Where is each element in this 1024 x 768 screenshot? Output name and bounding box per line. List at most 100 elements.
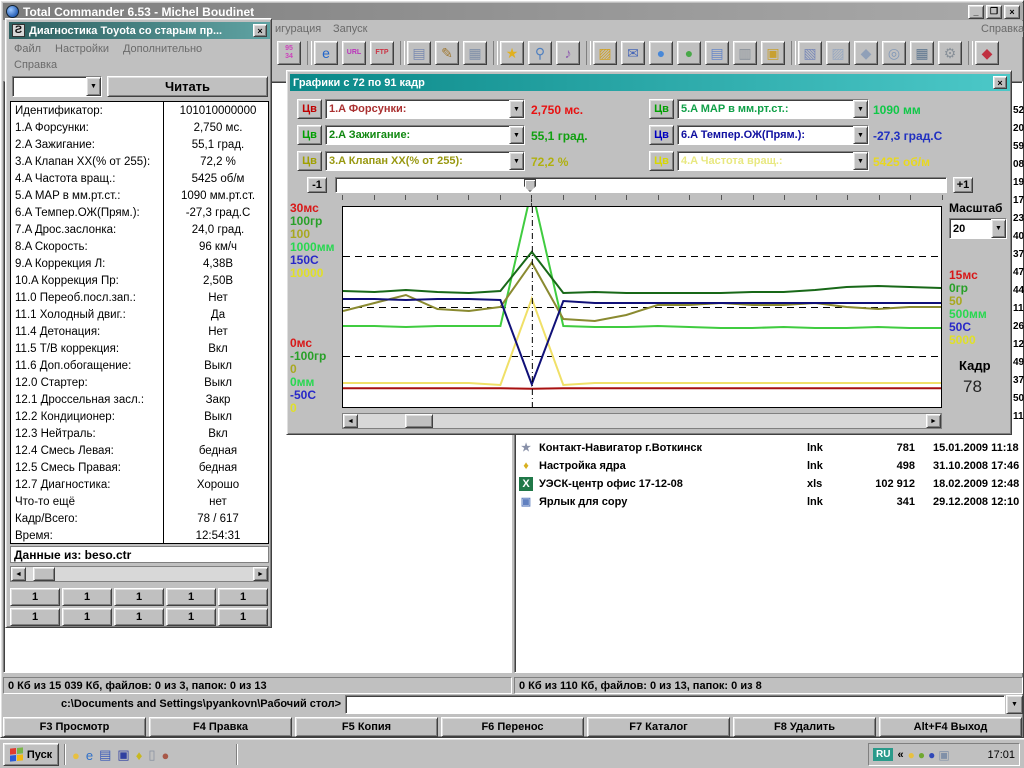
graphs-titlebar[interactable]: Графики с 72 по 91 кадр ×	[290, 74, 1010, 91]
dialog-menu-item[interactable]: Файл	[14, 43, 41, 55]
ql-ie-icon[interactable]: e	[86, 748, 93, 763]
channel-color-button[interactable]: Цв	[649, 125, 674, 145]
file-row[interactable]: ▣Ярлык для copylnk34129.12.2008 12:10	[515, 494, 1022, 512]
net-icon[interactable]: ◎	[882, 41, 906, 65]
graph-scrollbar[interactable]: ◄ ►	[342, 413, 942, 429]
pen-icon[interactable]: ✎	[435, 41, 459, 65]
tray-clock-icon[interactable]: ●	[908, 749, 915, 761]
tray-dialup-icon[interactable]: ●	[928, 749, 935, 761]
notepad-icon[interactable]: ▤	[407, 41, 431, 65]
plot-area[interactable]	[342, 206, 942, 408]
clock[interactable]: 17:01	[987, 749, 1015, 761]
channel-color-button[interactable]: Цв	[297, 125, 322, 145]
ball-green-icon[interactable]: ●	[677, 41, 701, 65]
unpack-icon[interactable]: ▨	[826, 41, 850, 65]
grid-icon[interactable]: ▦	[910, 41, 934, 65]
parameter-list[interactable]: Идентификатор:1010100000001.A Форсунки:2…	[10, 101, 269, 544]
command-history-dropdown[interactable]: ▼	[1006, 695, 1023, 714]
channel-combo[interactable]: 3.A Клапан XX(% от 255):▼	[325, 151, 525, 171]
ql-sound-icon[interactable]: ●	[161, 748, 169, 763]
notes-icon[interactable]: ♪	[556, 41, 580, 65]
tray-network-icon[interactable]: ▣	[938, 749, 949, 761]
grid-button[interactable]: 1	[62, 608, 112, 626]
gear-icon[interactable]: ⚙	[938, 41, 962, 65]
chevron-down-icon[interactable]: ▼	[509, 126, 524, 144]
file-row[interactable]: ★Контакт-Навигатор г.Воткинскlnk78115.01…	[515, 440, 1022, 458]
read-button[interactable]: Читать	[107, 76, 268, 97]
folder-icon[interactable]: ▨	[593, 41, 617, 65]
dialog-combo[interactable]: ▼	[12, 76, 102, 97]
fkey-button-f3[interactable]: F3 Просмотр	[3, 717, 146, 737]
grid-button[interactable]: 1	[218, 588, 268, 606]
ql-phone-icon[interactable]: ▯	[148, 747, 155, 763]
graph-scrollbar-thumb[interactable]	[405, 414, 433, 428]
fkey-button-f4[interactable]: F4 Правка	[149, 717, 292, 737]
restore-icon[interactable]: ❐	[986, 5, 1002, 19]
print-icon[interactable]: ▥	[733, 41, 757, 65]
win95-icon[interactable]: 95 34	[277, 41, 301, 65]
url-icon[interactable]: URL	[342, 41, 366, 65]
dialog-menu-item[interactable]: Настройки	[55, 43, 109, 55]
pack-icon[interactable]: ▧	[798, 41, 822, 65]
grid-button[interactable]: 1	[10, 588, 60, 606]
fkey-button-f8[interactable]: F8 Удалить	[733, 717, 876, 737]
channel-combo[interactable]: 1.A Форсунки:▼	[325, 99, 525, 119]
chevron-down-icon[interactable]: ▼	[853, 100, 868, 118]
chevron-down-icon[interactable]: ▼	[991, 219, 1006, 238]
command-input[interactable]	[345, 695, 1005, 714]
file-row[interactable]: ♦Настройка ядраlnk49831.10.2008 17:46	[515, 458, 1022, 476]
frame-minus-button[interactable]: -1	[307, 177, 327, 193]
favorites-star-icon[interactable]: ★	[500, 41, 524, 65]
dialog-menu-item[interactable]: Справка	[14, 59, 57, 71]
mail-icon[interactable]: ✉	[621, 41, 645, 65]
grid-button[interactable]: 1	[114, 588, 164, 606]
tray-chevron[interactable]: «	[897, 749, 903, 761]
grid-button[interactable]: 1	[62, 588, 112, 606]
grid-button[interactable]: 1	[114, 608, 164, 626]
frame-slider-track[interactable]	[335, 177, 947, 193]
ql-save-icon[interactable]: ▣	[117, 747, 129, 763]
grid-button[interactable]: 1	[166, 608, 216, 626]
language-indicator[interactable]: RU	[873, 748, 893, 761]
frame-plus-button[interactable]: +1	[953, 177, 973, 193]
channel-color-button[interactable]: Цв	[297, 151, 322, 171]
dialog-scrollbar-thumb[interactable]	[33, 567, 55, 581]
ql-clock-icon[interactable]: ●	[72, 748, 80, 763]
chevron-down-icon[interactable]: ▼	[509, 100, 524, 118]
fkey-button-f6[interactable]: F6 Перенос	[441, 717, 584, 737]
crypt-icon[interactable]: ◆	[854, 41, 878, 65]
scroll-left-icon[interactable]: ◄	[343, 414, 358, 428]
fkey-button-f9[interactable]: Alt+F4 Выход	[879, 717, 1022, 737]
fkey-button-f7[interactable]: F7 Каталог	[587, 717, 730, 737]
chevron-down-icon[interactable]: ▼	[853, 152, 868, 170]
chevron-down-icon[interactable]: ▼	[86, 77, 101, 96]
fkey-button-f5[interactable]: F5 Копия	[295, 717, 438, 737]
scroll-left-icon[interactable]: ◄	[11, 567, 26, 581]
chevron-down-icon[interactable]: ▼	[509, 152, 524, 170]
frame-slider-thumb[interactable]	[524, 179, 536, 192]
menu-run[interactable]: Запуск	[333, 23, 367, 35]
menu-configuration-partial[interactable]: игурация	[275, 23, 321, 35]
menu-help[interactable]: Справка	[981, 23, 1024, 35]
ftp-icon[interactable]: FTP	[370, 41, 394, 65]
channel-combo[interactable]: 5.A MAP в мм.рт.ст.:▼	[677, 99, 869, 119]
ql-key-icon[interactable]: ♦	[136, 748, 143, 763]
scroll-right-icon[interactable]: ►	[253, 567, 268, 581]
channel-combo[interactable]: 2.A Зажигание:▼	[325, 125, 525, 145]
ball-blue-icon[interactable]: ●	[649, 41, 673, 65]
ie-icon[interactable]: e	[314, 41, 338, 65]
tray-agent-icon[interactable]: ●	[918, 749, 925, 761]
file-row[interactable]: XУЭСК-центр офис 17-12-08xls102 91218.02…	[515, 476, 1022, 494]
archive-icon[interactable]: ▣	[761, 41, 785, 65]
scale-combo[interactable]: 20 ▼	[949, 218, 1007, 239]
dialog-menu-item[interactable]: Дополнительно	[123, 43, 202, 55]
channel-combo[interactable]: 4.A Частота вращ.:▼	[677, 151, 869, 171]
grid-button[interactable]: 1	[10, 608, 60, 626]
chevron-down-icon[interactable]: ▼	[853, 126, 868, 144]
close-icon[interactable]: ×	[1004, 5, 1020, 19]
channel-color-button[interactable]: Цв	[297, 99, 322, 119]
scroll-right-icon[interactable]: ►	[926, 414, 941, 428]
start-button[interactable]: Пуск	[3, 743, 59, 766]
calc-icon[interactable]: ▦	[463, 41, 487, 65]
grid-button[interactable]: 1	[166, 588, 216, 606]
